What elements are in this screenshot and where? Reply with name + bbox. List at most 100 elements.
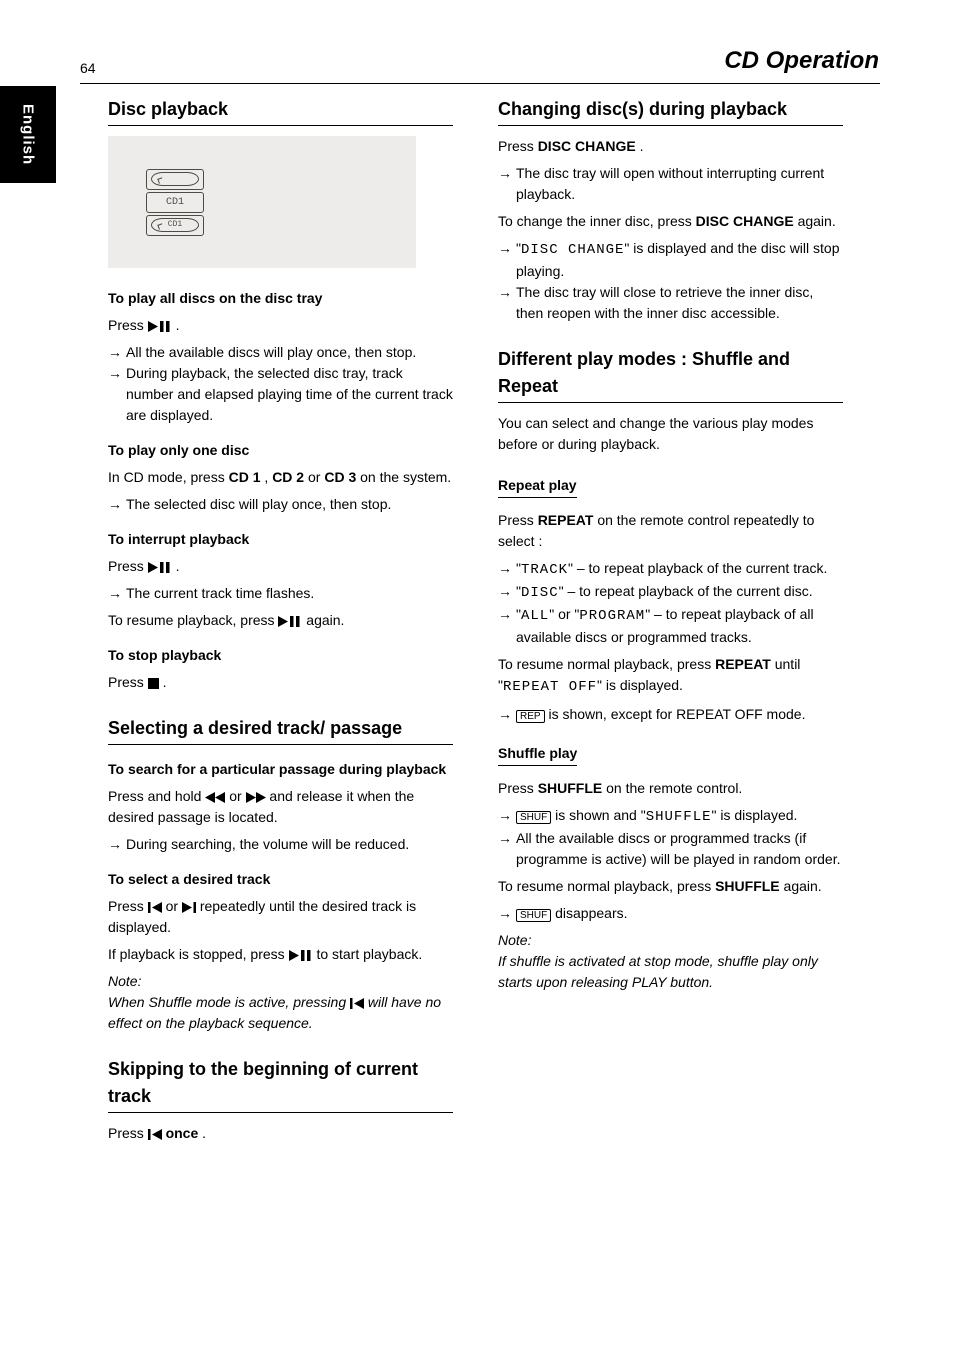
lcd-text: DISC CHANGE <box>521 242 624 258</box>
text: When Shuffle mode is active, pressing <box>108 994 350 1010</box>
bullet: The selected disc will play once, then s… <box>108 494 453 515</box>
prev-track-icon <box>350 998 364 1009</box>
press-play-all: Press . <box>108 315 453 336</box>
bullet: "ALL" or "PROGRAM" – to repeat playback … <box>498 604 843 648</box>
paragraph: Press and hold or and release it when th… <box>108 786 453 828</box>
text: Press <box>108 1125 148 1141</box>
heading-repeat: Repeat play <box>498 475 577 498</box>
play-pause-icon <box>289 950 313 961</box>
cd1-button-label: CD 1 <box>229 469 261 485</box>
cd2-button-label: CD 2 <box>272 469 304 485</box>
bullet: All the available discs or programmed tr… <box>498 828 843 870</box>
paragraph: If playback is stopped, press to start p… <box>108 944 453 965</box>
disc-change-button-label: DISC CHANGE <box>538 138 636 154</box>
rep-indicator: REP <box>516 710 545 723</box>
repeat-button-label: REPEAT <box>538 512 594 528</box>
text: again. <box>306 612 344 628</box>
bullet: "TRACK" – to repeat playback of the curr… <box>498 558 843 581</box>
text: In CD mode, press <box>108 469 229 485</box>
bullet: The disc tray will close to retrieve the… <box>498 282 843 324</box>
text: To resume normal playback, press <box>498 878 715 894</box>
heading-select: Selecting a desired track/ passage <box>108 715 453 745</box>
lcd-row-label: CD1 <box>146 192 204 213</box>
lcd-row-disc2: CD1 <box>146 215 204 236</box>
note: Note: If shuffle is activated at stop mo… <box>498 930 843 993</box>
bullet: REP is shown, except for REPEAT OFF mode… <box>498 704 843 725</box>
page-number: 64 <box>80 60 96 76</box>
lcd-text: DISC <box>521 585 559 601</box>
text: " is displayed. <box>712 807 798 823</box>
lcd-text: SHUFFLE <box>646 809 712 825</box>
bullet: SHUF disappears. <box>498 903 843 924</box>
heading-play-one: To play only one disc <box>108 440 453 461</box>
paragraph: To resume normal playback, press SHUFFLE… <box>498 876 843 897</box>
bullet: During playback, the selected disc tray,… <box>108 363 453 426</box>
heading-play-all: To play all discs on the disc tray <box>108 288 453 309</box>
heading-stop: To stop playback <box>108 645 453 666</box>
text: Press <box>498 138 538 154</box>
paragraph: Press REPEAT on the remote control repea… <box>498 510 843 552</box>
text: To resume playback, press <box>108 612 278 628</box>
next-track-icon <box>182 902 196 913</box>
stop-icon <box>148 678 159 689</box>
play-pause-icon <box>278 616 302 627</box>
disc-icon <box>151 172 199 186</box>
left-column: Disc playback CD1 CD1 To play all discs … <box>108 96 453 1150</box>
text: or <box>166 898 182 914</box>
bullet: During searching, the volume will be red… <box>108 834 453 855</box>
lcd-row-disc <box>146 169 204 190</box>
heading-skip-current: Skipping to the beginning of current tra… <box>108 1056 453 1113</box>
shuf-indicator: SHUF <box>516 909 551 922</box>
note-label: Note: <box>498 932 531 948</box>
text: on the system. <box>360 469 451 485</box>
bullet: All the available discs will play once, … <box>108 342 453 363</box>
header-rule <box>80 83 880 84</box>
text: disappears. <box>555 905 627 921</box>
text: . <box>176 558 180 574</box>
text: . <box>640 138 644 154</box>
text: once <box>166 1125 199 1141</box>
page: 64 CD Operation English Disc playback CD… <box>0 0 954 1352</box>
text: or <box>308 469 324 485</box>
lcd-text: ALL <box>521 608 549 624</box>
text: Press <box>108 898 148 914</box>
lcd-text: PROGRAM <box>579 608 645 624</box>
text: To change the inner disc, press <box>498 213 696 229</box>
heading-interrupt: To interrupt playback <box>108 529 453 550</box>
prev-track-icon <box>148 1129 162 1140</box>
heading-change-disc: Changing disc(s) during playback <box>498 96 843 126</box>
text: To resume normal playback, press <box>498 656 715 672</box>
disc-icon: CD1 <box>151 218 199 232</box>
text: Press <box>498 512 538 528</box>
text: Press <box>498 780 538 796</box>
text: is shown, except for REPEAT OFF mode. <box>548 706 805 722</box>
text: Press <box>108 317 148 333</box>
repeat-button-label: REPEAT <box>715 656 771 672</box>
text: " – to repeat playback of the current tr… <box>568 560 827 576</box>
bullet: SHUF is shown and "SHUFFLE" is displayed… <box>498 805 843 828</box>
play-pause-icon <box>148 321 172 332</box>
rewind-icon <box>205 792 225 803</box>
press-pause: Press . <box>108 556 453 577</box>
heading-disc-playback: Disc playback <box>108 96 453 126</box>
bullet: "DISC CHANGE" is displayed and the disc … <box>498 238 843 282</box>
paragraph: You can select and change the various pl… <box>498 413 843 455</box>
cd3-button-label: CD 3 <box>324 469 356 485</box>
text: " or " <box>549 606 579 622</box>
heading-play-modes: Different play modes : Shuffle and Repea… <box>498 346 843 403</box>
text: on the remote control. <box>606 780 742 796</box>
text: If playback is stopped, press <box>108 946 289 962</box>
play-pause-icon <box>148 562 172 573</box>
text: . <box>163 674 167 690</box>
disc-change-button-label: DISC CHANGE <box>696 213 794 229</box>
heading-shuffle: Shuffle play <box>498 743 577 766</box>
press-stop: Press . <box>108 672 453 693</box>
text: again. <box>798 213 836 229</box>
text: Press <box>108 558 148 574</box>
lcd-text: REPEAT OFF <box>503 679 597 695</box>
lcd-text: TRACK <box>521 562 568 578</box>
prev-track-icon <box>148 902 162 913</box>
lcd-box: CD1 CD1 <box>146 167 204 238</box>
paragraph: To change the inner disc, press DISC CHA… <box>498 211 843 232</box>
text: " is displayed. <box>597 677 683 693</box>
